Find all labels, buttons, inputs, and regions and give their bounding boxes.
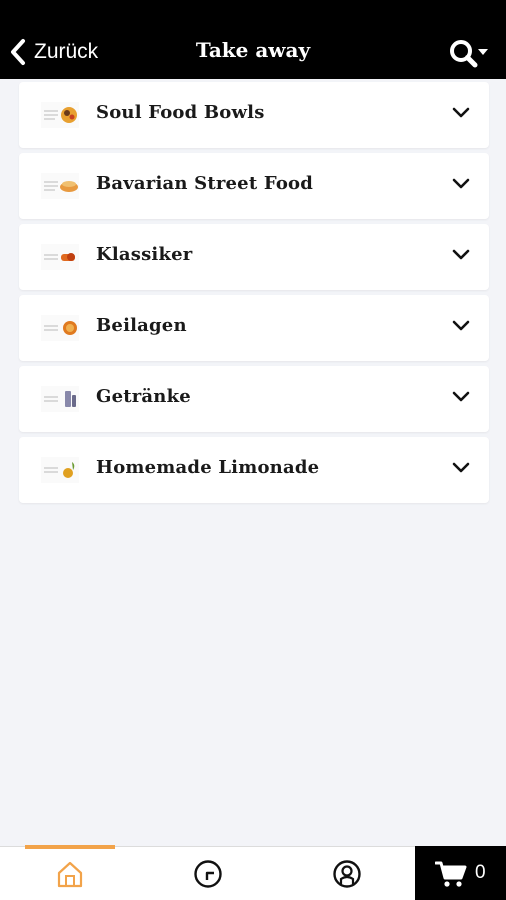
search-icon <box>450 40 488 68</box>
top-bar: Zurück Take away <box>0 0 506 79</box>
chevron-down-icon <box>451 461 471 475</box>
tab-home[interactable] <box>25 847 115 900</box>
chevron-down-icon <box>451 177 471 191</box>
cart-count: 0 <box>475 862 486 883</box>
clock-icon <box>194 860 222 888</box>
chevron-down-icon <box>451 319 471 333</box>
category-item[interactable]: Soul Food Bowls <box>19 82 489 148</box>
tab-history[interactable] <box>163 847 253 900</box>
category-label: Getränke <box>96 386 191 407</box>
sides-thumbnail-icon <box>41 315 79 341</box>
tab-account[interactable] <box>302 847 392 900</box>
chevron-down-icon <box>451 106 471 120</box>
chevron-down-icon <box>451 248 471 262</box>
home-icon <box>57 861 83 888</box>
category-label: Klassiker <box>96 244 193 265</box>
drinks-thumbnail-icon <box>41 386 79 412</box>
category-item[interactable]: Klassiker <box>19 224 489 290</box>
user-icon <box>333 860 361 888</box>
category-list: Soul Food Bowls Bavarian Street Food Kla… <box>19 82 489 508</box>
search-button[interactable] <box>448 38 490 70</box>
category-label: Soul Food Bowls <box>96 102 265 123</box>
category-item[interactable]: Bavarian Street Food <box>19 153 489 219</box>
category-item[interactable]: Getränke <box>19 366 489 432</box>
category-item[interactable]: Homemade Limonade <box>19 437 489 503</box>
cart-button[interactable]: 0 <box>415 846 506 900</box>
page-title: Take away <box>195 38 311 62</box>
street-food-thumbnail-icon <box>41 173 79 199</box>
category-label: Homemade Limonade <box>96 457 320 478</box>
category-item[interactable]: Beilagen <box>19 295 489 361</box>
cart-icon <box>435 861 467 887</box>
bowl-thumbnail-icon <box>41 102 79 128</box>
category-label: Bavarian Street Food <box>96 173 314 194</box>
classic-thumbnail-icon <box>41 244 79 270</box>
lemonade-thumbnail-icon <box>41 457 79 483</box>
category-label: Beilagen <box>96 315 187 336</box>
chevron-down-icon <box>451 390 471 404</box>
